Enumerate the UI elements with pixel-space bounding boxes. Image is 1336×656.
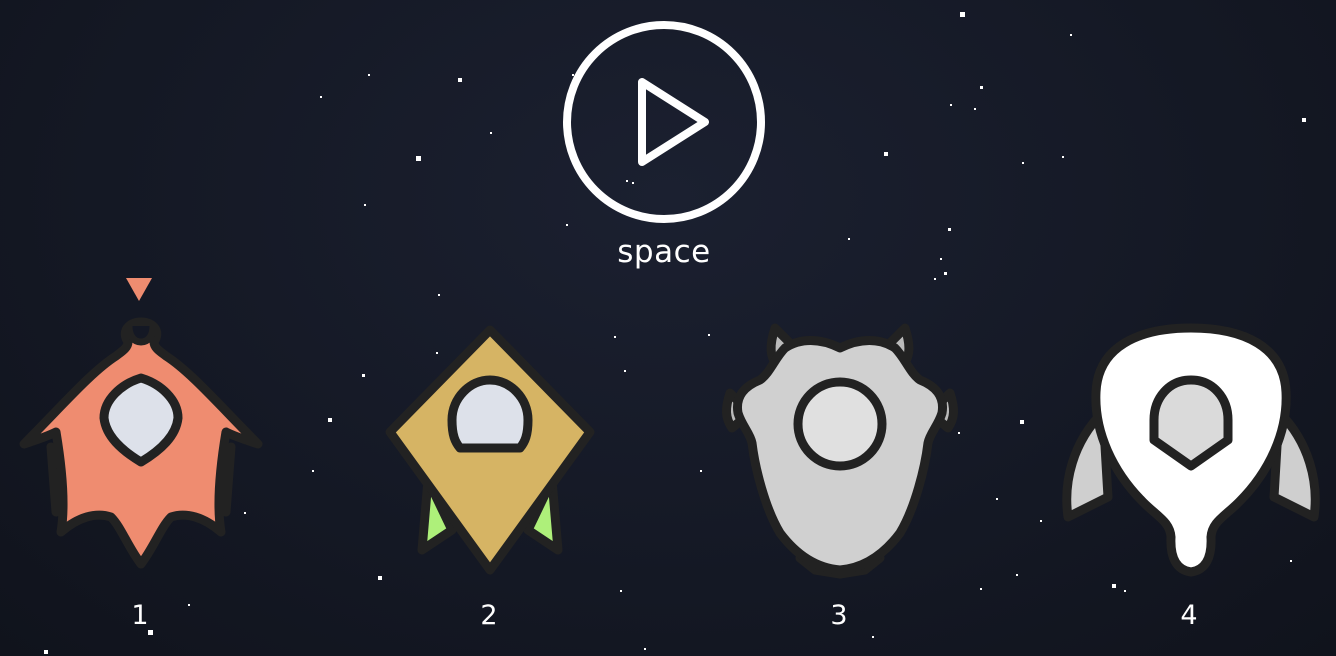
star (848, 238, 850, 240)
play-key-label: space (617, 234, 711, 270)
star (1112, 584, 1116, 588)
star (960, 12, 965, 17)
star (1020, 420, 1024, 424)
star (980, 86, 983, 89)
star (940, 258, 942, 260)
star (364, 204, 366, 206)
star (566, 224, 568, 226)
star (328, 418, 332, 422)
star (944, 272, 947, 275)
ship-option-4[interactable] (1058, 322, 1324, 578)
star (1022, 162, 1024, 164)
star (708, 334, 710, 336)
star (1062, 156, 1064, 158)
star (700, 470, 702, 472)
star (1040, 520, 1042, 522)
star (934, 278, 936, 280)
ship-4-number: 4 (1180, 600, 1198, 631)
star (490, 132, 492, 134)
ship-2-number: 2 (480, 600, 498, 631)
star (948, 228, 951, 231)
play-icon (563, 21, 765, 223)
star (312, 470, 314, 472)
star (1016, 574, 1018, 576)
ship-3-icon (722, 323, 958, 579)
star (614, 336, 616, 338)
ship-3-number: 3 (830, 600, 848, 631)
star (872, 636, 874, 638)
star (974, 108, 976, 110)
star (44, 650, 48, 654)
star (438, 294, 440, 296)
star (1070, 34, 1072, 36)
ship-selector-arrow-icon (126, 278, 152, 301)
ship-4-icon (1062, 323, 1320, 577)
star (620, 590, 622, 592)
star (368, 74, 370, 76)
star (458, 78, 462, 82)
ship-1-number: 1 (131, 600, 149, 631)
star (996, 498, 998, 500)
star (188, 604, 190, 606)
ship-option-2[interactable] (380, 320, 600, 580)
star (1124, 590, 1126, 592)
star (1302, 118, 1306, 122)
star (320, 96, 322, 98)
star (980, 588, 982, 590)
ship-option-3[interactable] (720, 318, 960, 584)
star (950, 104, 952, 106)
ship-1-icon (19, 317, 263, 569)
ship-option-1[interactable] (16, 312, 266, 574)
play-button[interactable] (562, 20, 766, 224)
star (644, 648, 646, 650)
ship-2-icon (385, 325, 595, 575)
star (416, 156, 421, 161)
star (884, 152, 888, 156)
star (362, 374, 365, 377)
star (624, 370, 626, 372)
